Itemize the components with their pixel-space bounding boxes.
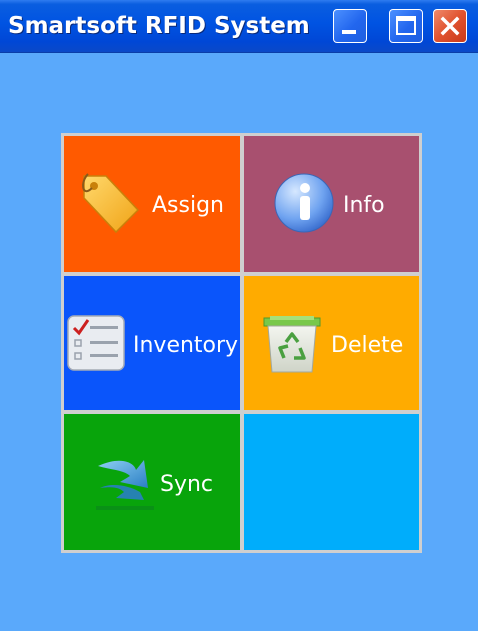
title-bar[interactable]: Smartsoft RFID System xyxy=(0,0,478,53)
info-label: Info xyxy=(343,193,385,218)
menu-grid: Assign Info Inventory Delete Sync xyxy=(61,133,422,553)
sync-label: Sync xyxy=(160,472,214,497)
sync-tile[interactable]: Sync xyxy=(64,414,240,550)
delete-label: Delete xyxy=(331,333,404,358)
sync-arrow-icon xyxy=(96,460,154,510)
maximize-button[interactable] xyxy=(389,9,423,43)
recycle-bin-icon xyxy=(263,316,321,373)
info-tile[interactable]: Info xyxy=(244,136,419,272)
close-button[interactable] xyxy=(433,9,467,43)
minimize-icon xyxy=(342,30,356,34)
close-icon xyxy=(440,16,460,36)
checklist-icon xyxy=(67,315,125,371)
window-title: Smartsoft RFID System xyxy=(8,13,310,39)
inventory-label: Inventory xyxy=(133,333,239,358)
delete-tile[interactable]: Delete xyxy=(244,276,419,410)
minimize-button[interactable] xyxy=(333,9,367,43)
assign-label: Assign xyxy=(152,193,224,218)
info-icon xyxy=(274,173,334,233)
tag-icon xyxy=(82,173,140,234)
inventory-tile[interactable]: Inventory xyxy=(64,276,240,410)
maximize-icon xyxy=(396,16,416,35)
empty-tile xyxy=(244,414,419,550)
app-window: Smartsoft RFID System Assign Info Invent… xyxy=(0,0,478,631)
assign-tile[interactable]: Assign xyxy=(64,136,240,272)
